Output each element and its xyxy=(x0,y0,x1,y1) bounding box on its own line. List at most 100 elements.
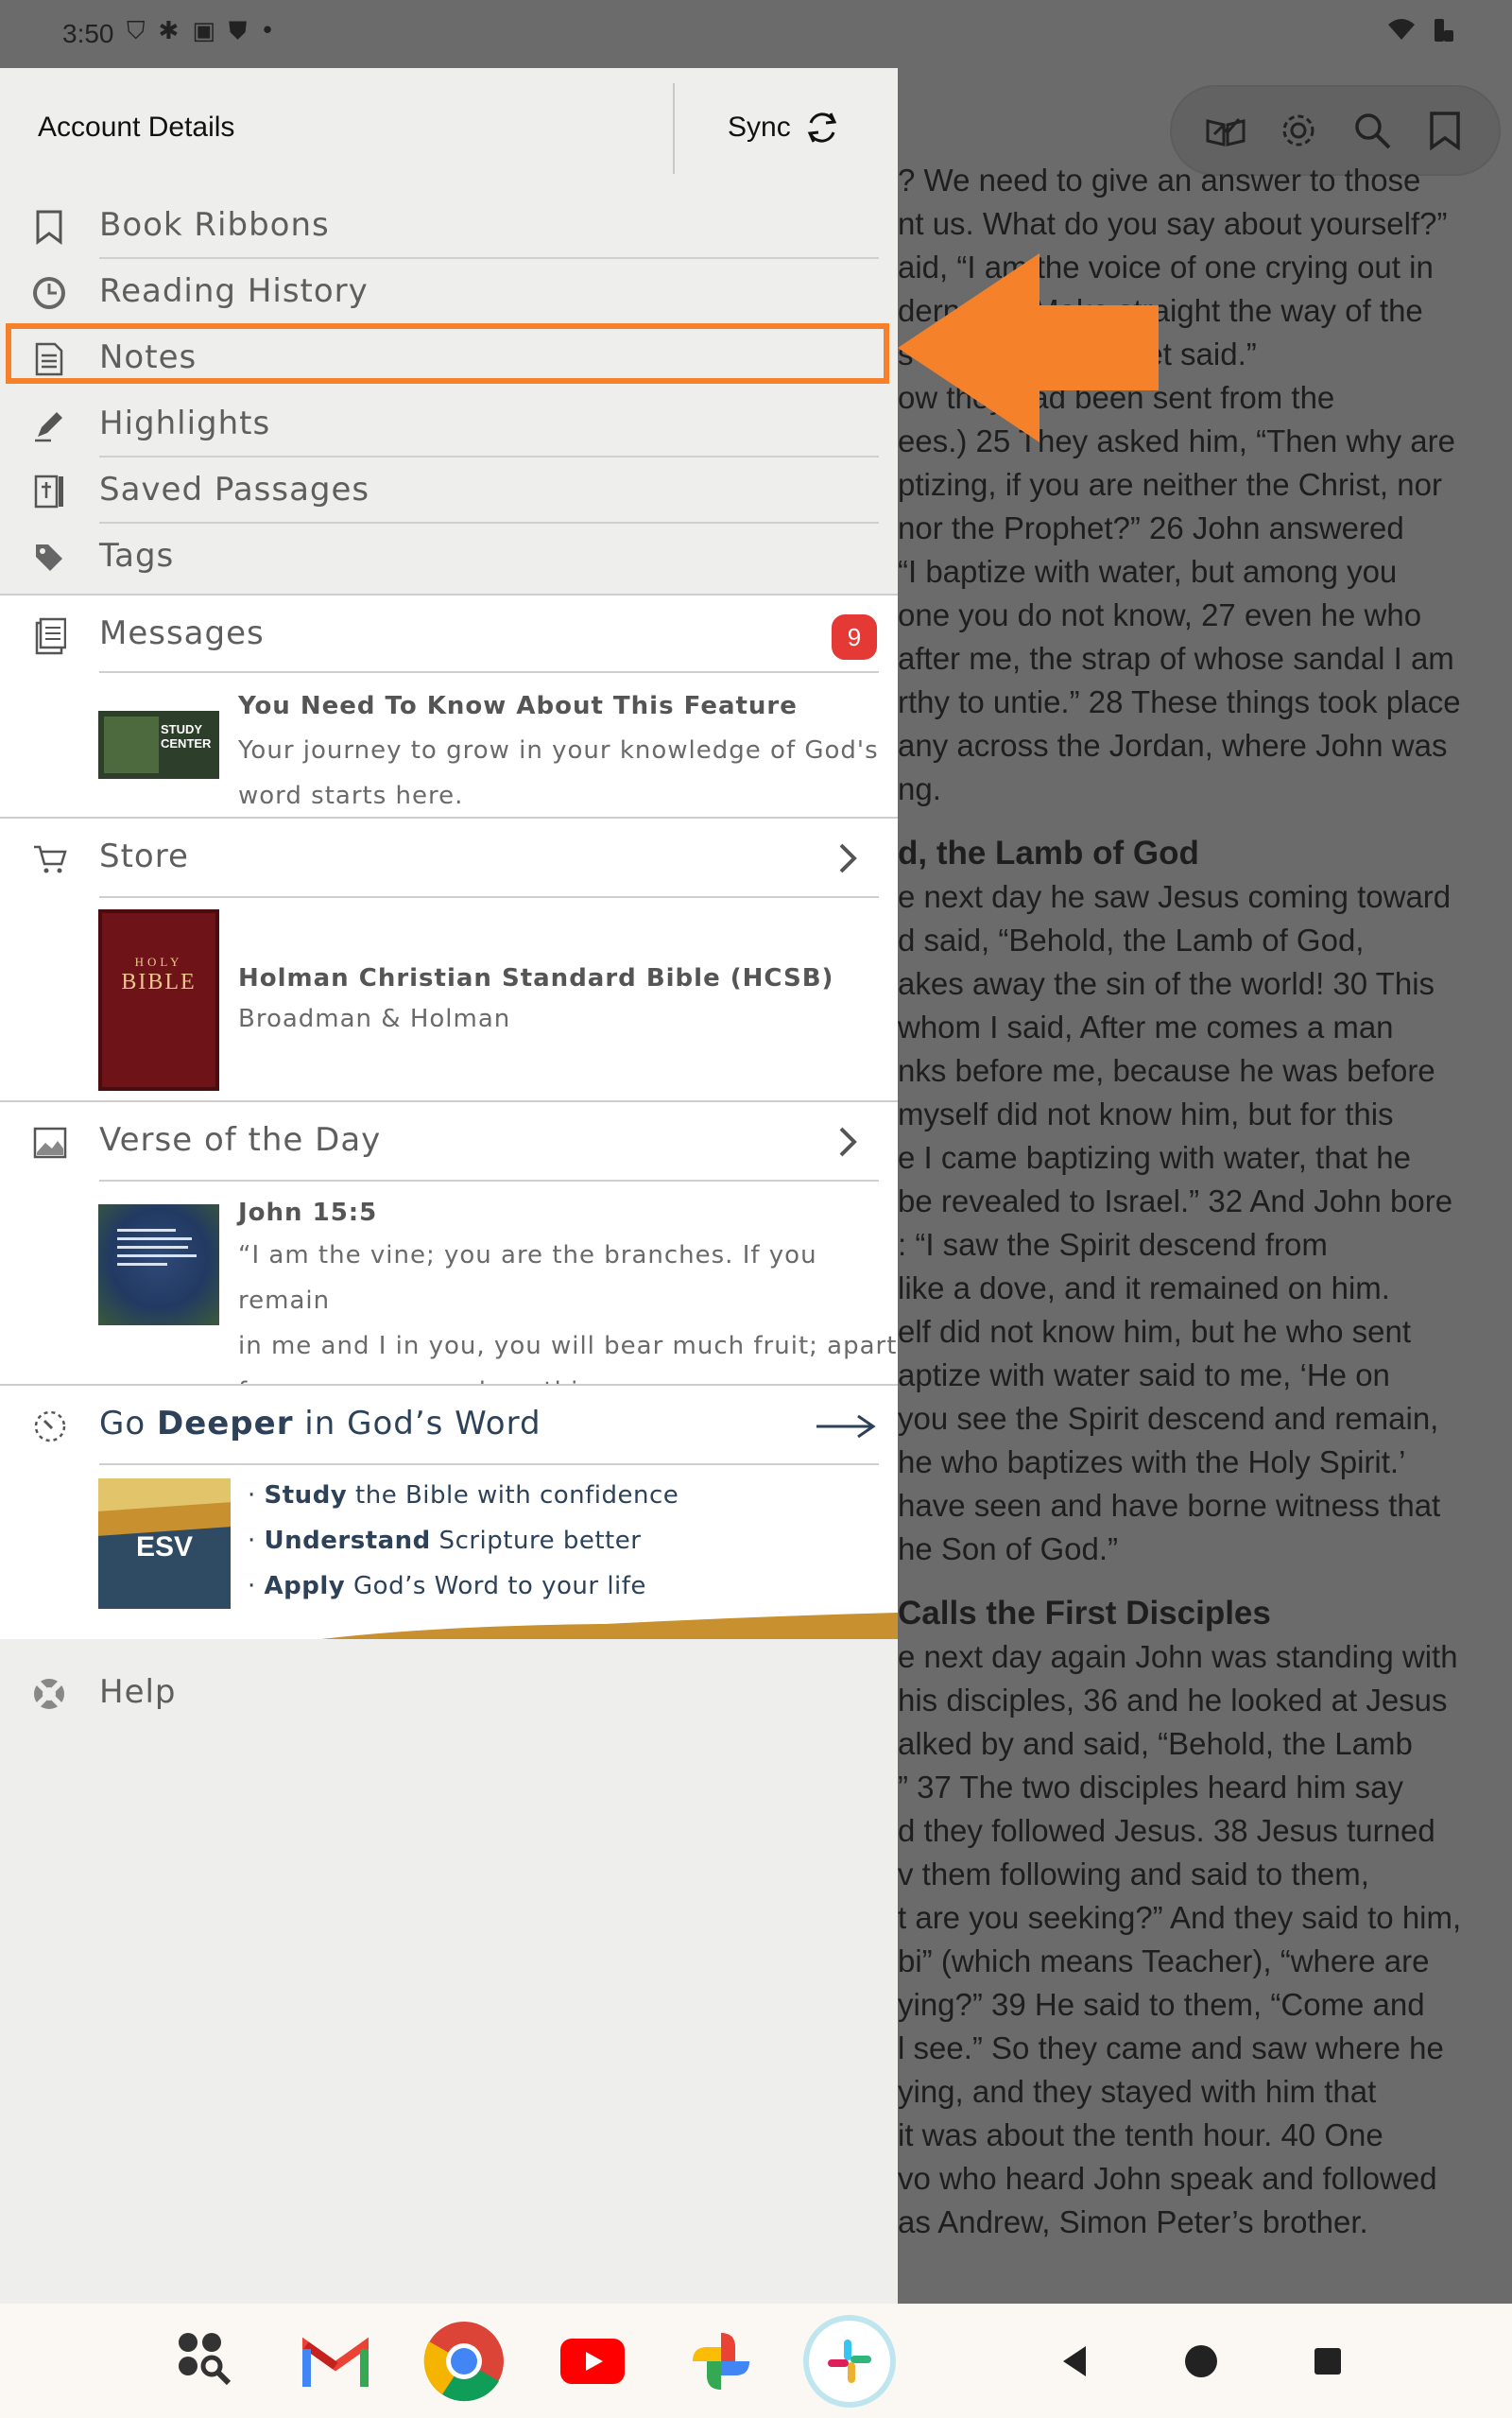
go-deeper-card[interactable]: ESV · Study the Bible with confidence · … xyxy=(0,1465,898,1639)
account-details-link[interactable]: Account Details xyxy=(38,112,234,144)
menu-item-help[interactable]: Help xyxy=(0,1660,898,1736)
passage-line: be revealed to Israel.” 32 And John bore xyxy=(898,1183,1453,1218)
cover-text-line: BIBLE xyxy=(121,970,197,994)
passage-line: ying?” 39 He said to them, “Come and xyxy=(898,1987,1425,2022)
message-card[interactable]: STUDY CENTER You Need To Know About This… xyxy=(0,673,898,817)
decorative-brush-stroke xyxy=(321,1613,898,1639)
passage-line: “I baptize with water, but among you xyxy=(898,554,1398,589)
bullet-rest: the Bible with confidence xyxy=(347,1481,679,1510)
menu-item-tags[interactable]: Tags xyxy=(0,524,898,590)
passage-line: l see.” So they came and saw where he xyxy=(898,2030,1444,2065)
bug-icon: ✱ xyxy=(158,17,180,45)
product-publisher: Broadman & Holman xyxy=(238,1005,511,1033)
passage-line: have seen and have borne witness that xyxy=(898,1488,1441,1523)
passage-line: ying, and they stayed with him that xyxy=(898,2074,1377,2109)
chevron-right-icon xyxy=(839,1127,857,1157)
menu-item-book-ribbons[interactable]: Book Ribbons xyxy=(0,193,898,259)
passage-line: nt us. What do you say about yourself?” xyxy=(898,206,1448,241)
back-icon[interactable] xyxy=(1034,2321,1115,2402)
menu-label: Reading History xyxy=(99,272,369,310)
bullet-item: · Apply God’s Word to your life xyxy=(248,1572,646,1600)
passage-line: any across the Jordan, where John was xyxy=(898,728,1448,763)
thumbnail-label: STUDY CENTER xyxy=(161,722,211,751)
verse-of-day-label: Verse of the Day xyxy=(99,1121,382,1159)
pointer-arrow-icon xyxy=(898,253,1159,442)
passage-line: e next day he saw Jesus coming toward xyxy=(898,879,1452,914)
app-drawer-search-icon[interactable] xyxy=(166,2321,248,2402)
cast-icon xyxy=(1431,17,1455,50)
menu-label: Saved Passages xyxy=(99,471,370,509)
message-title: You Need To Know About This Feature xyxy=(238,692,798,720)
slack-icon[interactable] xyxy=(809,2321,890,2402)
bullet-item: · Study the Bible with confidence xyxy=(248,1481,679,1510)
search-icon[interactable] xyxy=(1349,108,1395,153)
gear-icon[interactable] xyxy=(1276,108,1321,153)
passage-line: like a dove, and it remained on him. xyxy=(898,1270,1390,1305)
passage-line: bi” (which means Teacher), “where are xyxy=(898,1943,1430,1978)
esv-thumbnail: ESV xyxy=(98,1478,231,1609)
shield-icon: ⛉ xyxy=(127,17,146,45)
home-icon[interactable] xyxy=(1160,2321,1242,2402)
verse-thumbnail xyxy=(98,1204,219,1325)
go-deeper-bold: Deeper xyxy=(156,1405,294,1442)
passage-block-2: e next day he saw Jesus coming toward d s… xyxy=(898,875,1512,1571)
gmail-icon[interactable] xyxy=(295,2321,376,2402)
message-body: Your journey to grow in your knowledge o… xyxy=(238,728,879,819)
bullet-item: · Understand Scripture better xyxy=(248,1527,642,1555)
passage-line: after me, the strap of whose sandal I am xyxy=(898,641,1454,676)
passage-line: rthy to untie.” 28 These things took pla… xyxy=(898,684,1461,719)
cover-text-line: HOLY xyxy=(134,955,183,969)
passage-line: it was about the tenth hour. 40 One xyxy=(898,2117,1383,2152)
go-deeper-label: Go Deeper in God’s Word xyxy=(99,1405,541,1442)
passage-block-3: e next day again John was standing with h… xyxy=(898,1635,1512,2244)
bible-cover-thumbnail: HOLY BIBLE xyxy=(98,909,219,1091)
passage-line: vo who heard John speak and followed xyxy=(898,2161,1437,2196)
menu-label: Highlights xyxy=(99,405,271,442)
reading-plan-icon[interactable] xyxy=(1203,108,1248,153)
photos-icon[interactable] xyxy=(680,2321,762,2402)
store-header[interactable]: Store xyxy=(0,819,898,898)
sync-button[interactable]: Sync xyxy=(728,108,840,147)
passage-line: ng. xyxy=(898,771,941,806)
verse-card[interactable]: John 15:5 “I am the vine; you are the br… xyxy=(0,1182,898,1406)
bullet-rest: God’s Word to your life xyxy=(345,1572,646,1600)
clock-icon xyxy=(30,274,68,312)
youtube-icon[interactable] xyxy=(552,2321,633,2402)
go-deeper-header[interactable]: Go Deeper in God’s Word xyxy=(0,1386,898,1465)
bullet-rest: Scripture better xyxy=(430,1527,642,1555)
help-label: Help xyxy=(99,1673,177,1711)
cart-icon xyxy=(30,839,70,879)
passage-line: d they followed Jesus. 38 Jesus turned xyxy=(898,1813,1435,1848)
verse-of-day-header[interactable]: Verse of the Day xyxy=(0,1102,898,1182)
thumbnail-text-line: STUDY xyxy=(161,722,203,736)
shield-check-icon: ⛊ xyxy=(228,17,248,45)
status-bar: 3:50 ⛉ ✱ ▣ ⛊ • xyxy=(0,0,1512,68)
tag-icon xyxy=(30,539,68,577)
saved-passage-icon xyxy=(30,473,68,510)
store-product-card[interactable]: HOLY BIBLE Holman Christian Standard Bib… xyxy=(0,898,898,1100)
passage-line: : “I saw the Spirit descend from xyxy=(898,1227,1328,1262)
product-title: Holman Christian Standard Bible (HCSB) xyxy=(238,964,834,993)
bullet-bold: Study xyxy=(264,1481,348,1510)
help-icon xyxy=(30,1675,68,1713)
menu-item-saved-passages[interactable]: Saved Passages xyxy=(0,458,898,524)
bookmark-icon[interactable] xyxy=(1422,108,1468,153)
passage-line: ” 37 The two disciples heard him say xyxy=(898,1770,1403,1805)
recents-icon[interactable] xyxy=(1287,2321,1368,2402)
verse-thumbnail-text xyxy=(117,1223,200,1299)
reader-text: ? We need to give an answer to those nt u… xyxy=(898,159,1512,2244)
passage-line: nks before me, because he was before xyxy=(898,1053,1435,1088)
menu-item-highlights[interactable]: Highlights xyxy=(0,391,898,458)
status-time: 3:50 xyxy=(62,19,114,48)
go-deeper-prefix: Go xyxy=(99,1405,157,1442)
passage-line: he Son of God.” xyxy=(898,1531,1118,1566)
messages-header[interactable]: Messages 9 xyxy=(0,596,898,673)
bookmark-icon xyxy=(30,208,68,246)
menu-item-reading-history[interactable]: Reading History xyxy=(0,259,898,325)
passage-line: elf did not know him, but he who sent xyxy=(898,1314,1411,1349)
chrome-icon[interactable] xyxy=(423,2321,505,2402)
bullet-bold: Understand xyxy=(264,1527,431,1555)
menu-label: Book Ribbons xyxy=(99,206,330,244)
drawer-header: Account Details Sync xyxy=(0,68,898,191)
pen-icon xyxy=(30,406,68,444)
